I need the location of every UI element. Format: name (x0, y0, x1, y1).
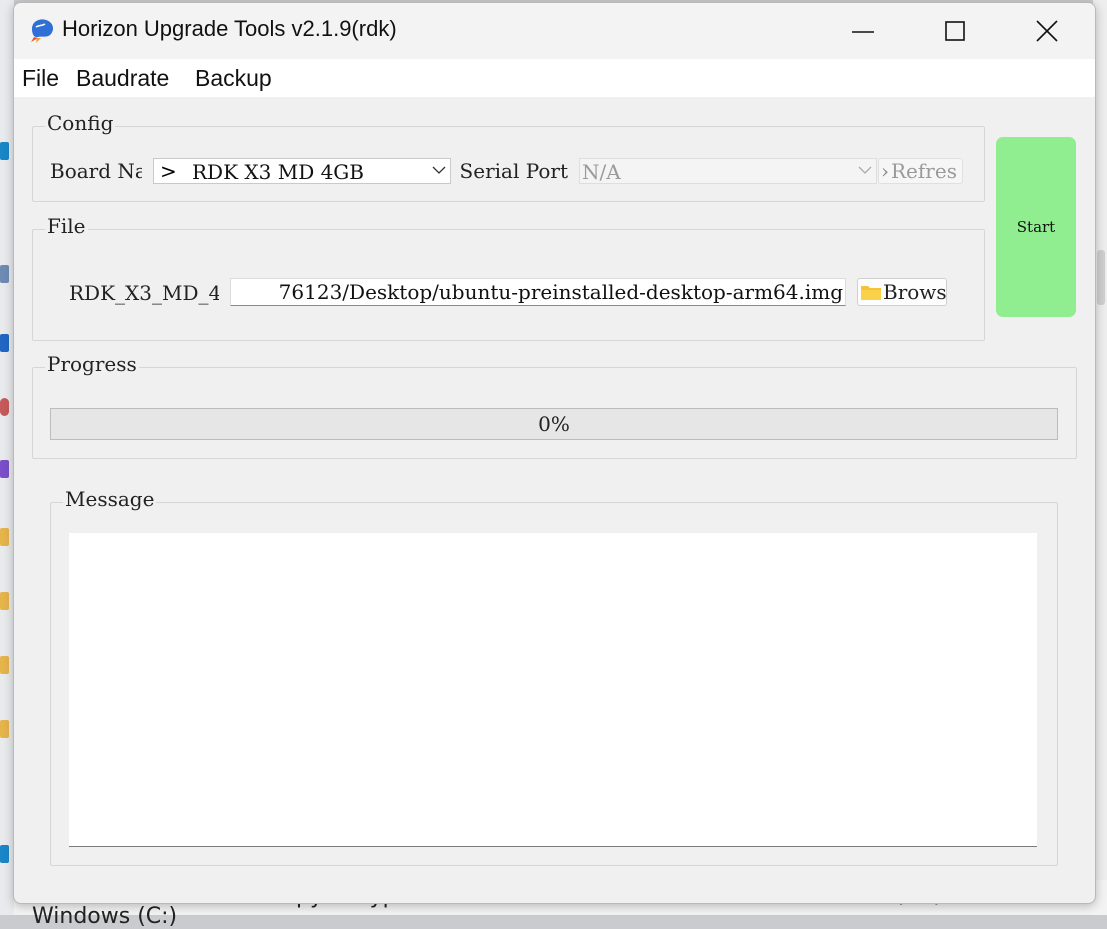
menu-bar: File Baudrate Backup (14, 59, 1095, 97)
browse-label: Brows (883, 280, 947, 304)
background-scrollbar[interactable] (1097, 250, 1105, 305)
message-group-label: Message (63, 487, 157, 511)
background-app-icon (0, 398, 9, 416)
close-icon (1036, 20, 1058, 42)
config-group-label: Config (45, 111, 116, 135)
minimize-button[interactable] (817, 3, 909, 59)
board-prefix: > (160, 159, 177, 183)
image-path-field[interactable]: 76123/Desktop/ubuntu-preinstalled-deskto… (230, 278, 846, 306)
maximize-button[interactable] (909, 3, 1001, 59)
board-name-select[interactable]: > RDK X3 MD 4GB (153, 158, 451, 184)
background-app-icon (0, 265, 9, 283)
title-bar[interactable]: Horizon Upgrade Tools v2.1.9(rdk) (14, 3, 1095, 59)
close-button[interactable] (1001, 3, 1093, 59)
folder-icon (0, 528, 9, 546)
message-log[interactable] (69, 533, 1037, 847)
progress-bar: 0% (50, 408, 1058, 440)
background-app-icon (0, 142, 9, 160)
app-window: Horizon Upgrade Tools v2.1.9(rdk) File B… (13, 2, 1096, 904)
drive-icon (0, 845, 9, 863)
menu-file[interactable]: File (22, 65, 59, 92)
progress-group-label: Progress (45, 352, 139, 376)
folder-icon (0, 592, 9, 610)
background-drive-label[interactable]: Windows (C:) (32, 904, 177, 929)
board-name-label: Board Na (50, 159, 142, 183)
refresh-button[interactable]: › Refres (878, 158, 963, 184)
file-group-label: File (45, 214, 88, 238)
config-group: Config Board Na > RDK X3 MD 4GB Serial P… (32, 111, 985, 202)
browse-button[interactable]: Brows (857, 278, 947, 306)
background-app-icon (0, 460, 9, 478)
board-name-value: RDK X3 MD 4GB (192, 160, 364, 184)
menu-baudrate[interactable]: Baudrate (76, 65, 169, 92)
folder-icon (0, 720, 9, 738)
minimize-icon (852, 31, 874, 33)
refresh-icon: › (881, 159, 889, 183)
start-button[interactable]: Start (996, 137, 1076, 317)
file-image-label: RDK_X3_MD_4GB (69, 281, 219, 305)
maximize-icon (945, 21, 965, 41)
chevron-down-icon (858, 166, 872, 174)
app-icon (31, 19, 54, 43)
file-group: File RDK_X3_MD_4GB 76123/Desktop/ubuntu-… (32, 214, 985, 341)
menu-backup[interactable]: Backup (195, 65, 272, 92)
serial-port-select[interactable]: N/A (579, 158, 877, 184)
folder-icon (861, 286, 881, 300)
serial-port-label: Serial Port (444, 159, 568, 183)
window-title: Horizon Upgrade Tools v2.1.9(rdk) (62, 16, 397, 41)
background-app-icon (0, 334, 9, 352)
background-sidebar (0, 0, 14, 915)
folder-icon (0, 656, 9, 674)
serial-port-value: N/A (582, 160, 621, 184)
progress-text: 0% (538, 412, 570, 436)
refresh-label: Refres (891, 159, 957, 183)
serial-port-text: Serial Port (459, 159, 568, 183)
image-path-value: 76123/Desktop/ubuntu-preinstalled-deskto… (278, 280, 843, 304)
